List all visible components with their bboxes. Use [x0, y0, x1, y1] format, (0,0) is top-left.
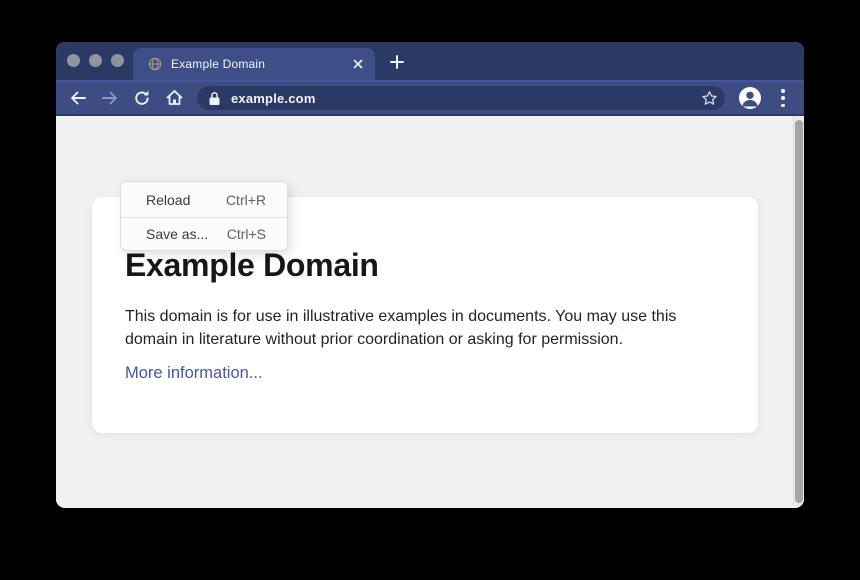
- forward-button[interactable]: [98, 86, 122, 110]
- window-controls: [67, 54, 124, 67]
- context-menu: Reload Ctrl+R Save as... Ctrl+S: [120, 181, 288, 251]
- context-menu-item-save-as[interactable]: Save as... Ctrl+S: [121, 217, 287, 250]
- title-bar: Example Domain: [56, 42, 804, 80]
- browser-toolbar: example.com: [56, 80, 804, 116]
- window-minimize-button[interactable]: [89, 54, 102, 67]
- new-tab-button[interactable]: [388, 53, 406, 71]
- tab-title: Example Domain: [171, 57, 350, 71]
- browser-tab[interactable]: Example Domain: [133, 48, 375, 80]
- user-icon: [739, 87, 761, 109]
- menu-item-shortcut: Ctrl+S: [227, 226, 266, 242]
- lock-icon[interactable]: [208, 91, 221, 106]
- page-paragraph: This domain is for use in illustrative e…: [125, 305, 676, 351]
- window-close-button[interactable]: [67, 54, 80, 67]
- forward-arrow-icon: [101, 89, 119, 107]
- dot: [781, 104, 785, 108]
- reload-button[interactable]: [130, 86, 154, 110]
- reload-icon: [133, 89, 151, 107]
- dot: [781, 96, 785, 100]
- menu-item-label: Save as...: [146, 226, 208, 242]
- paragraph-line: domain in literature without prior coord…: [125, 328, 676, 351]
- home-icon: [165, 89, 184, 107]
- tab-close-icon[interactable]: [350, 56, 366, 72]
- url-text: example.com: [231, 91, 316, 106]
- address-bar[interactable]: example.com: [197, 86, 725, 110]
- window-zoom-button[interactable]: [111, 54, 124, 67]
- bookmark-star-icon[interactable]: [701, 90, 718, 107]
- vertical-scrollbar[interactable]: [793, 116, 804, 506]
- back-arrow-icon: [69, 89, 87, 107]
- paragraph-line: This domain is for use in illustrative e…: [125, 305, 676, 328]
- dot: [781, 89, 785, 93]
- profile-avatar[interactable]: [739, 87, 761, 109]
- back-button[interactable]: [66, 86, 90, 110]
- menu-item-shortcut: Ctrl+R: [226, 192, 266, 208]
- menu-item-label: Reload: [146, 192, 190, 208]
- scrollbar-thumb[interactable]: [795, 120, 803, 503]
- browser-menu-button[interactable]: [781, 89, 785, 107]
- context-menu-item-reload[interactable]: Reload Ctrl+R: [121, 182, 287, 217]
- more-information-link[interactable]: More information...: [125, 362, 263, 385]
- home-button[interactable]: [162, 86, 186, 110]
- globe-favicon-icon: [148, 57, 162, 71]
- page-title: Example Domain: [125, 246, 379, 284]
- plus-icon: [390, 55, 404, 69]
- browser-window: Example Domain: [56, 42, 804, 508]
- page-viewport: Example Domain This domain is for use in…: [56, 116, 804, 506]
